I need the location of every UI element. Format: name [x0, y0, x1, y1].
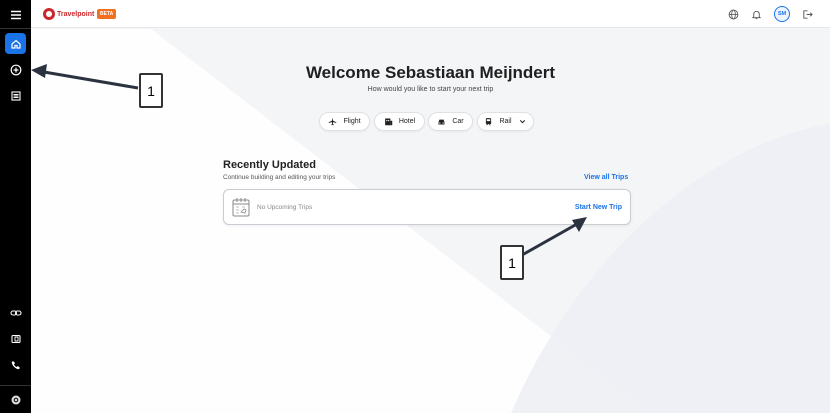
user-avatar[interactable]: SM	[774, 6, 790, 22]
car-label: Car	[452, 118, 464, 125]
recently-updated-subtitle: Continue building and editing your trips	[223, 174, 336, 181]
add-circle-icon	[10, 64, 21, 75]
annotation-callout-1: 1	[139, 73, 163, 108]
sidebar-item-home[interactable]	[5, 33, 26, 54]
sidebar-item-list[interactable]	[5, 85, 26, 106]
view-all-trips-link[interactable]: View all Trips	[584, 174, 628, 181]
sidebar-item-account[interactable]	[5, 389, 26, 410]
notifications-button[interactable]	[750, 8, 762, 20]
no-upcoming-trips-text: No Upcoming Trips	[257, 204, 313, 211]
recently-updated-title: Recently Updated	[223, 159, 316, 171]
rail-dropdown-button[interactable]: Rail	[477, 112, 534, 131]
flight-button[interactable]: Flight	[319, 112, 370, 131]
sidebar-divider	[0, 28, 31, 29]
hamburger-menu-button[interactable]	[5, 4, 26, 25]
language-button[interactable]	[727, 8, 739, 20]
start-new-trip-link[interactable]: Start New Trip	[575, 204, 622, 211]
wallet-icon	[10, 334, 21, 343]
hotel-icon	[384, 118, 393, 126]
trips-empty-card: No Upcoming Trips Start New Trip	[223, 189, 631, 225]
rail-label: Rail	[499, 118, 512, 125]
menu-icon	[10, 10, 21, 19]
train-icon	[486, 118, 492, 126]
logo-mark-icon	[43, 8, 55, 20]
sidebar-item-wallet[interactable]	[5, 328, 26, 349]
home-icon	[10, 39, 21, 49]
hotel-button[interactable]: Hotel	[374, 112, 425, 131]
car-button[interactable]: Car	[428, 112, 473, 131]
flight-label: Flight	[343, 118, 361, 125]
beta-badge: BETA	[97, 9, 117, 19]
hotel-label: Hotel	[398, 118, 416, 125]
sidebar	[0, 0, 31, 413]
phone-icon	[11, 360, 20, 369]
car-icon	[438, 119, 445, 125]
travelpoint-logo[interactable]: Travelpoint	[43, 8, 94, 20]
at-sign-icon	[11, 395, 20, 404]
bell-icon	[751, 10, 761, 19]
sidebar-item-phone[interactable]	[5, 354, 26, 375]
list-icon	[10, 90, 21, 101]
sidebar-item-add[interactable]	[5, 59, 26, 80]
logo-text: Travelpoint	[57, 10, 95, 18]
sidebar-divider-bottom	[0, 385, 31, 386]
logout-icon	[802, 9, 813, 19]
logout-button[interactable]	[801, 8, 813, 20]
chevron-down-icon	[519, 120, 525, 124]
calendar-icon	[232, 198, 250, 217]
top-header: Travelpoint BETA SM	[31, 0, 830, 28]
annotation-callout-2: 1	[500, 245, 524, 280]
globe-icon	[728, 9, 738, 19]
sidebar-item-link[interactable]	[5, 302, 26, 323]
link-icon	[9, 309, 22, 316]
airplane-icon	[329, 117, 337, 126]
